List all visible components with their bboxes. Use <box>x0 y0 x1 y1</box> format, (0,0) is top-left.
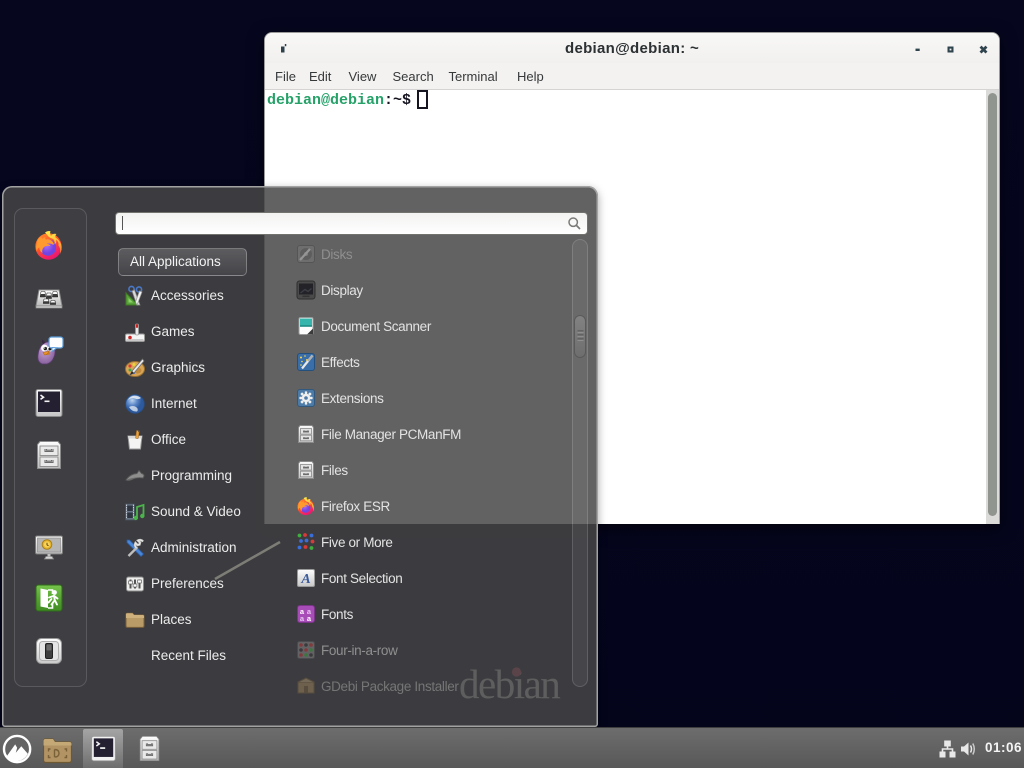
svg-text:A: A <box>300 572 310 587</box>
